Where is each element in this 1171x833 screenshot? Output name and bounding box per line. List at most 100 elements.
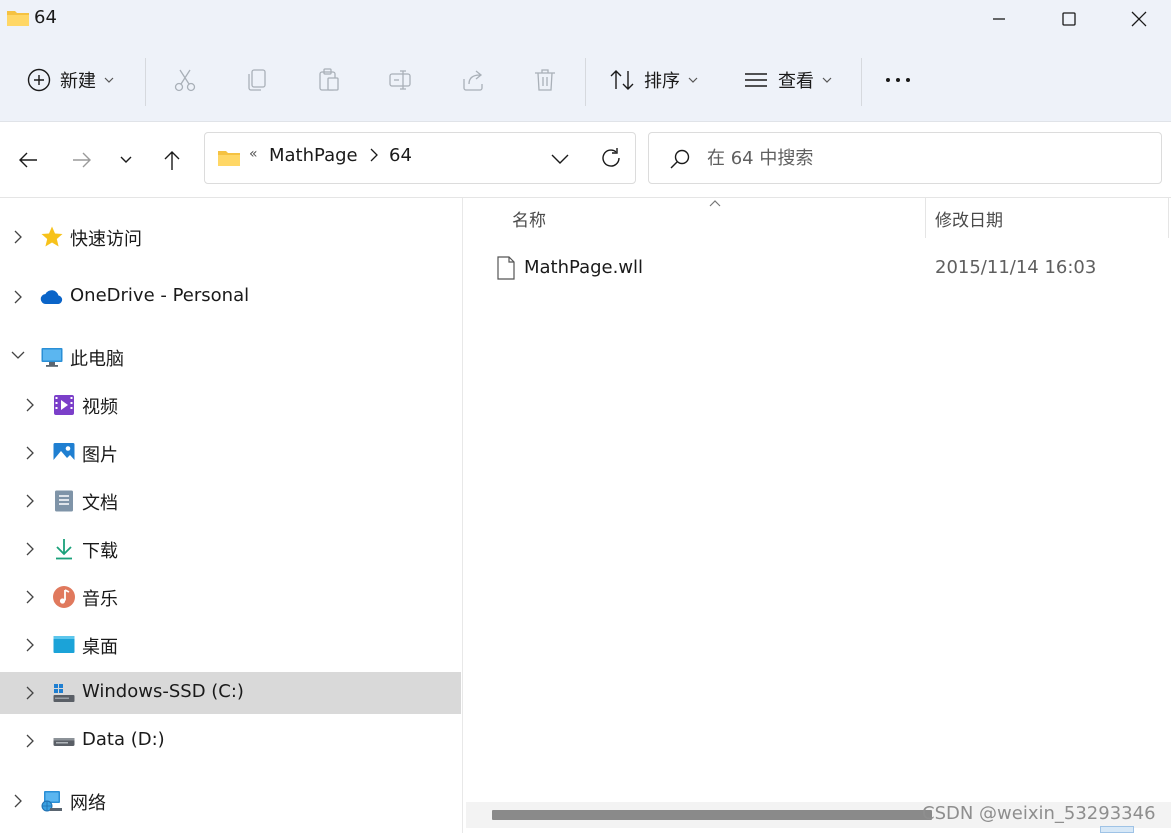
navigation-bar: « MathPage 64 — [0, 122, 1171, 198]
sidebar-item-label: 快速访问 — [70, 229, 142, 250]
network-icon — [41, 791, 62, 812]
sidebar-item-music[interactable]: 音乐 — [0, 576, 461, 618]
share-button[interactable] — [460, 60, 486, 100]
search-input[interactable] — [707, 145, 1147, 171]
clipboard-icon — [319, 68, 339, 91]
watermark: CSDN @weixin_53293346 — [922, 803, 1156, 824]
sidebar-item-drive-c[interactable]: Windows-SSD (C:) — [0, 672, 461, 714]
file-row[interactable]: MathPage.wll 2015/11/14 16:03 — [484, 248, 1164, 288]
forward-button[interactable] — [66, 144, 98, 176]
cut-button[interactable] — [172, 60, 198, 100]
copy-button[interactable] — [244, 60, 270, 100]
view-button[interactable]: 查看 — [742, 60, 832, 100]
sidebar-item-label: 网络 — [70, 793, 106, 814]
sidebar-item-documents[interactable]: 文档 — [0, 480, 461, 522]
sidebar-item-pictures[interactable]: 图片 — [0, 432, 461, 474]
cloud-icon — [40, 290, 63, 305]
refresh-button[interactable] — [599, 146, 623, 175]
drive-icon — [53, 738, 75, 746]
chevron-right-icon[interactable] — [12, 229, 24, 245]
chevron-right-icon[interactable] — [369, 147, 379, 168]
sidebar-item-desktop[interactable]: 桌面 — [0, 624, 461, 666]
more-options-button[interactable] — [884, 60, 912, 100]
sidebar-item-label: OneDrive - Personal — [70, 285, 250, 306]
chevron-down-icon — [822, 77, 832, 83]
new-label: 新建 — [60, 71, 96, 92]
title-bar: 64 — [0, 0, 1171, 38]
chevron-right-icon[interactable] — [24, 589, 36, 605]
breadcrumb-64[interactable]: 64 — [389, 145, 412, 166]
document-icon — [55, 490, 73, 512]
address-bar[interactable]: « MathPage 64 — [204, 132, 636, 184]
system-drive-icon — [53, 684, 75, 702]
sidebar-item-label: Windows-SSD (C:) — [82, 681, 244, 702]
folder-icon — [217, 148, 241, 173]
back-button[interactable] — [12, 144, 44, 176]
address-history-button[interactable] — [550, 149, 570, 170]
toolbar-separator — [585, 58, 586, 106]
minimize-button[interactable] — [964, 0, 1034, 38]
chevron-down-icon[interactable] — [10, 349, 26, 361]
music-icon — [53, 586, 75, 608]
file-icon — [497, 256, 515, 280]
new-button[interactable]: 新建 — [26, 60, 114, 100]
column-header-modified[interactable]: 修改日期 — [935, 206, 1003, 231]
column-divider[interactable] — [1168, 198, 1169, 238]
file-explorer-window: 64 新建 排序 查看 « MathPage 64 在 64 中搜索 快速访问 … — [0, 0, 1171, 833]
sidebar-item-drive-d[interactable]: Data (D:) — [0, 720, 461, 762]
sidebar-item-label: 音乐 — [82, 589, 118, 610]
share-icon — [463, 70, 483, 91]
search-box[interactable] — [648, 132, 1162, 184]
breadcrumb-overflow[interactable]: « — [249, 146, 258, 162]
column-divider[interactable] — [925, 198, 926, 238]
chevron-right-icon[interactable] — [24, 637, 36, 653]
chevron-right-icon[interactable] — [24, 445, 36, 461]
star-icon — [41, 226, 63, 247]
sidebar-item-quick-access[interactable]: 快速访问 — [0, 216, 461, 258]
delete-button[interactable] — [532, 60, 558, 100]
trash-icon — [535, 69, 555, 91]
sidebar-item-label: Data (D:) — [82, 729, 165, 750]
list-view-icon — [745, 73, 767, 87]
maximize-button[interactable] — [1034, 0, 1104, 38]
column-header-name[interactable]: 名称 — [512, 206, 546, 231]
chevron-right-icon[interactable] — [24, 397, 36, 413]
file-list-pane: 名称 修改日期 MathPage.wll 2015/11/14 16:03 — [464, 198, 1171, 833]
add-circle-icon — [27, 68, 51, 92]
sidebar-item-network[interactable]: 网络 — [0, 780, 461, 822]
scrollbar-thumb[interactable] — [492, 810, 932, 820]
arrow-right-icon — [73, 152, 91, 168]
computer-icon — [41, 348, 63, 367]
navigation-pane: 快速访问 OneDrive - Personal 此电脑 视频 图片 文档 下载… — [0, 198, 463, 833]
sidebar-item-label: 桌面 — [82, 637, 118, 658]
file-name: MathPage.wll — [524, 257, 644, 278]
scissors-icon — [174, 69, 196, 92]
close-button[interactable] — [1104, 0, 1171, 38]
chevron-down-icon — [688, 77, 698, 83]
chevron-right-icon[interactable] — [12, 793, 24, 809]
download-icon — [56, 539, 72, 560]
up-button[interactable] — [156, 144, 188, 176]
chevron-right-icon[interactable] — [24, 493, 36, 509]
breadcrumb-mathpage[interactable]: MathPage — [269, 145, 358, 166]
search-icon — [669, 148, 691, 175]
copy-icon — [248, 69, 266, 91]
chevron-down-icon — [551, 154, 569, 164]
chevron-right-icon[interactable] — [24, 733, 36, 749]
chevron-right-icon[interactable] — [24, 541, 36, 557]
details-view-toggle[interactable] — [1100, 826, 1134, 833]
maximize-icon — [1062, 12, 1076, 26]
sidebar-item-downloads[interactable]: 下载 — [0, 528, 461, 570]
recent-locations-button[interactable] — [110, 144, 142, 176]
sort-button[interactable]: 排序 — [608, 60, 698, 100]
folder-icon — [6, 8, 30, 28]
sidebar-item-this-pc[interactable]: 此电脑 — [0, 336, 461, 378]
sort-icon — [610, 70, 634, 90]
sidebar-item-onedrive[interactable]: OneDrive - Personal — [0, 276, 461, 318]
rename-button[interactable] — [388, 60, 414, 100]
sidebar-item-videos[interactable]: 视频 — [0, 384, 461, 426]
paste-button[interactable] — [316, 60, 342, 100]
sidebar-item-label: 文档 — [82, 493, 118, 514]
chevron-right-icon[interactable] — [24, 685, 36, 701]
chevron-right-icon[interactable] — [12, 289, 24, 305]
